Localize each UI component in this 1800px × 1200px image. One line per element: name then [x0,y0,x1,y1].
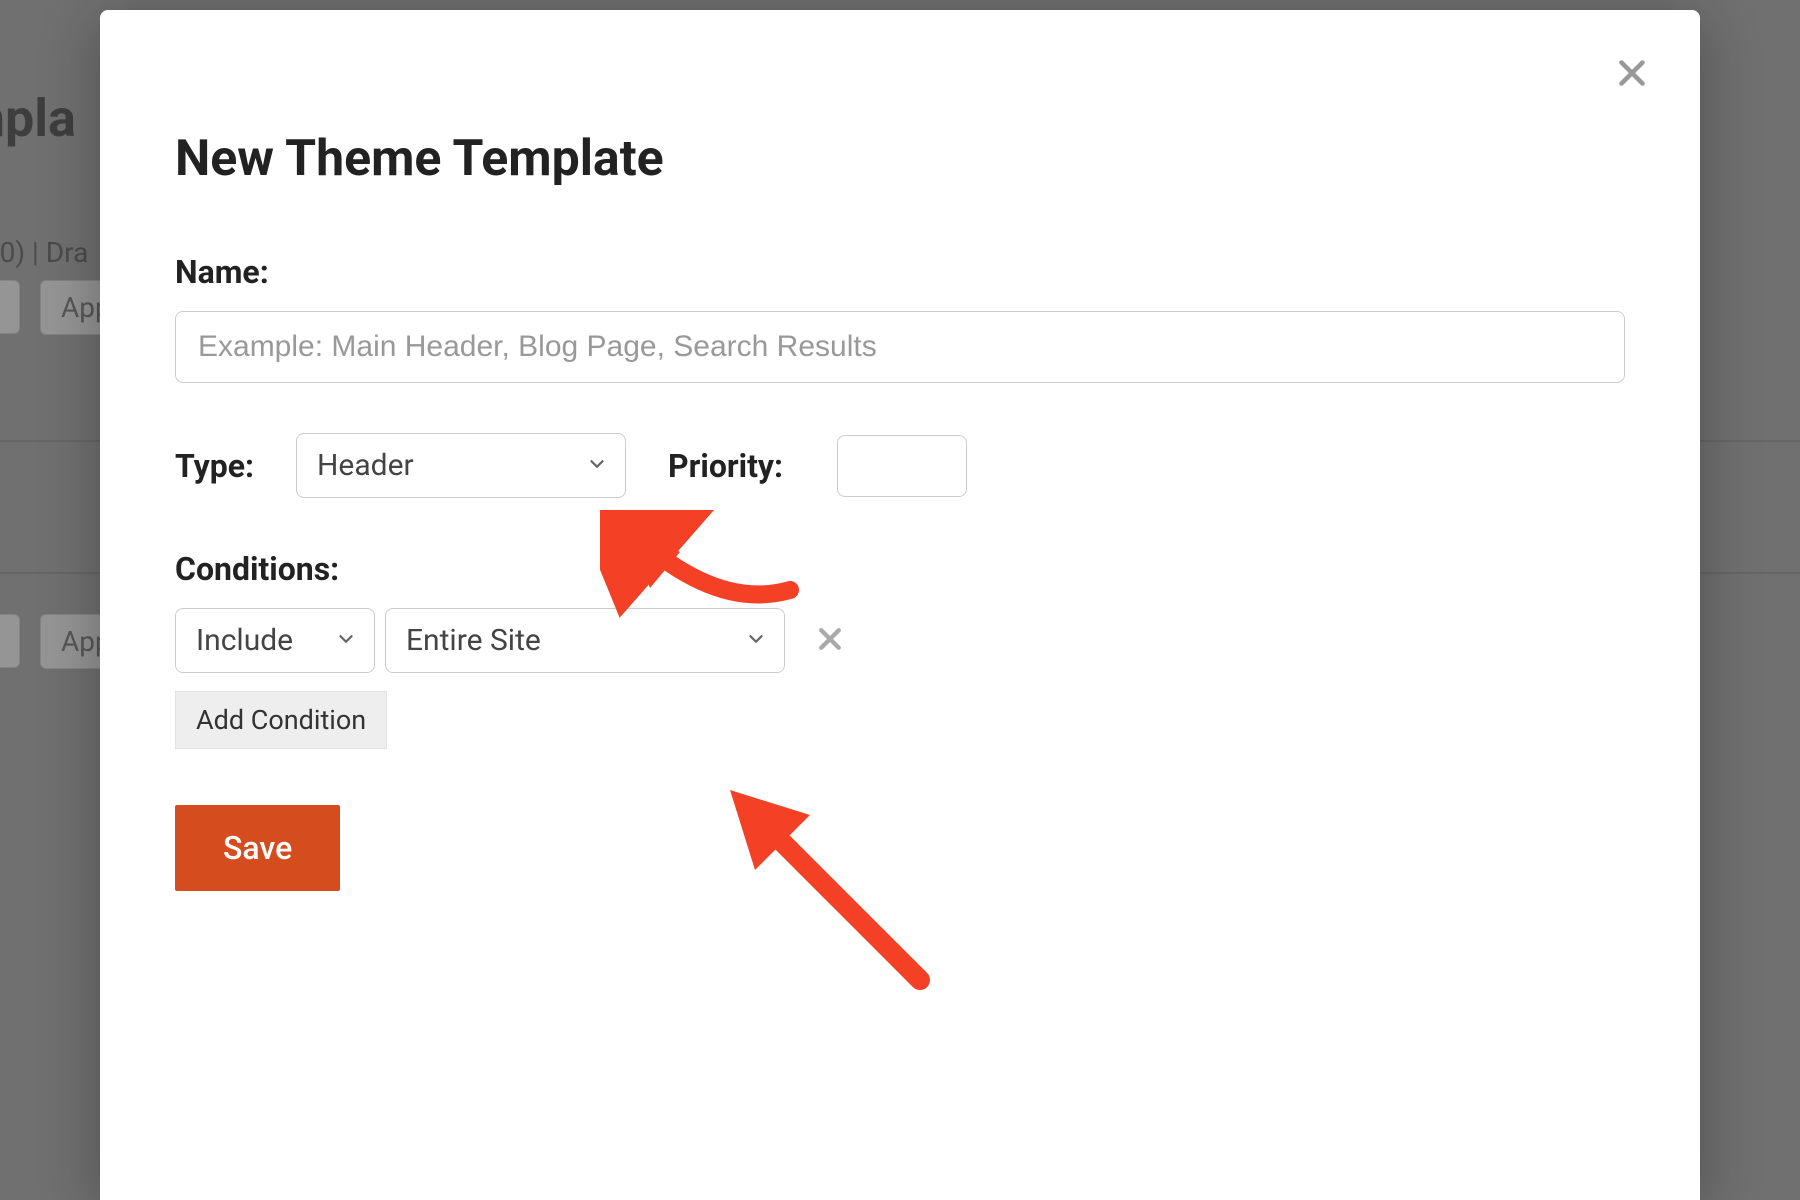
save-button[interactable]: Save [175,805,340,891]
name-input[interactable] [175,311,1625,383]
close-button[interactable] [1614,55,1650,95]
condition-mode-select[interactable]: Include [175,608,375,673]
annotation-arrow-icon [700,760,960,1020]
remove-condition-button[interactable] [815,624,845,658]
modal-title: New Theme Template [175,130,1625,188]
priority-label: Priority: [668,447,783,485]
new-template-modal: New Theme Template Name: Type: Header Pr… [100,10,1700,1200]
type-label: Type: [175,447,254,485]
add-condition-button[interactable]: Add Condition [175,691,387,749]
close-icon [815,624,845,658]
close-icon [1614,76,1650,95]
type-select[interactable]: Header [296,433,626,498]
name-label: Name: [175,253,1625,291]
condition-row: Include Entire Site [175,608,1625,673]
priority-input[interactable] [837,435,967,497]
condition-scope-select[interactable]: Entire Site [385,608,785,673]
conditions-label: Conditions: [175,550,1625,588]
